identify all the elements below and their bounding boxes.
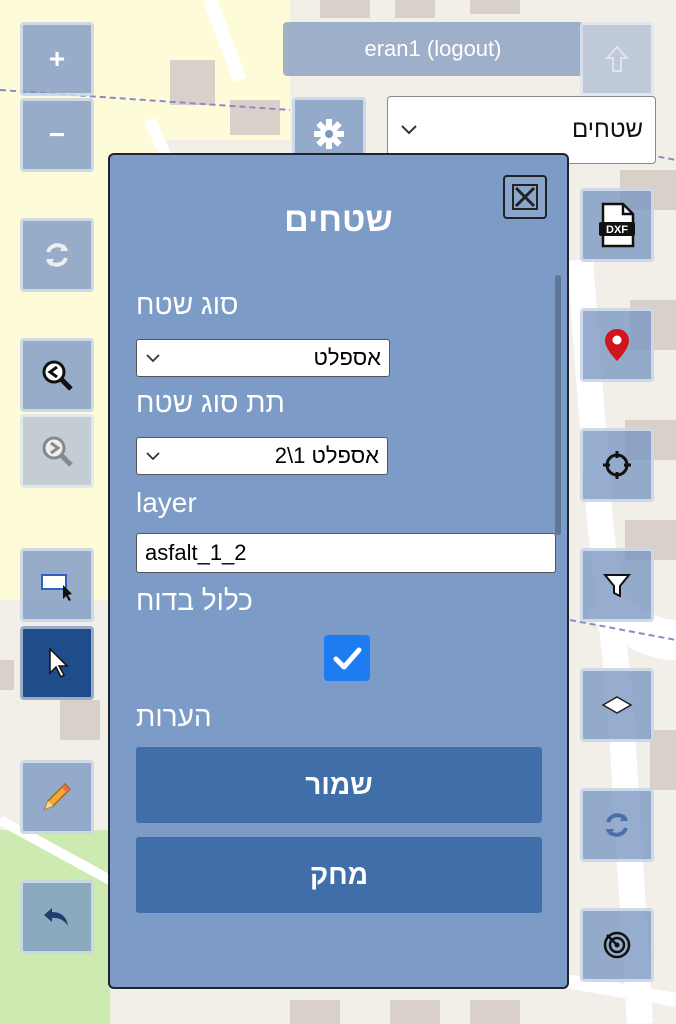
- crosshair-icon: [603, 451, 631, 479]
- minus-icon: −: [48, 119, 66, 150]
- pencil-icon: [43, 782, 72, 811]
- area-subtype-value: אספלט 1\2: [274, 443, 379, 468]
- area-type-value: אספלט: [313, 345, 381, 370]
- undo-button[interactable]: [20, 880, 94, 954]
- map-pin-icon: [605, 329, 629, 361]
- include-in-report-checkbox[interactable]: [324, 635, 370, 681]
- delete-button[interactable]: מחק: [136, 837, 542, 913]
- sync-icon: [606, 813, 628, 837]
- refresh-icon: [46, 243, 68, 267]
- layers-button[interactable]: [580, 668, 654, 742]
- target-icon: [603, 931, 631, 959]
- zoom-next-icon: [42, 436, 73, 467]
- filter-icon: [602, 574, 632, 598]
- area-type-select[interactable]: אספלט: [136, 339, 390, 377]
- sync-button[interactable]: [580, 788, 654, 862]
- collapse-button[interactable]: [580, 22, 654, 96]
- zoom-out-button[interactable]: −: [20, 98, 94, 172]
- layer-select-value: שטחים: [571, 116, 643, 143]
- draw-button[interactable]: [20, 760, 94, 834]
- zoom-next-button[interactable]: [20, 414, 94, 488]
- save-button[interactable]: שמור: [136, 747, 542, 823]
- dialog-title: שטחים: [284, 201, 393, 239]
- pointer-button[interactable]: [20, 626, 94, 700]
- export-dxf-button[interactable]: DXF: [580, 188, 654, 262]
- zoom-previous-icon: [42, 360, 73, 391]
- area-subtype-label: תת סוג שטח: [136, 387, 285, 418]
- center-location-button[interactable]: [580, 428, 654, 502]
- arrow-up-icon: [604, 45, 630, 72]
- chevron-down-icon: [146, 354, 160, 363]
- checkmark-icon: [333, 647, 362, 670]
- area-subtype-select[interactable]: אספלט 1\2: [136, 437, 388, 475]
- user-label: eran1 (logout): [364, 36, 502, 61]
- select-box-icon: [41, 574, 72, 601]
- filter-button[interactable]: [580, 548, 654, 622]
- area-properties-dialog: שטחים סוג שטח אספלט תת סוג שטח אספלט 1\2…: [108, 153, 569, 989]
- layer-label: layer: [136, 487, 197, 518]
- undo-icon: [44, 908, 68, 926]
- layer-input-value: asfalt_1_2: [145, 540, 247, 565]
- gear-icon: [314, 119, 344, 149]
- user-logout-link[interactable]: eran1 (logout): [283, 22, 583, 76]
- notes-label: הערות: [136, 701, 212, 732]
- close-icon: [512, 184, 538, 210]
- target-button[interactable]: [580, 908, 654, 982]
- plus-icon: +: [48, 43, 66, 74]
- chevron-down-icon: [146, 452, 160, 461]
- area-type-label: סוג שטח: [136, 289, 239, 320]
- layers-icon: [601, 696, 633, 714]
- svg-text:DXF: DXF: [606, 224, 628, 236]
- include-in-report-label: כלול בדוח: [136, 585, 253, 616]
- dialog-scrollbar[interactable]: [555, 275, 561, 535]
- location-pin-button[interactable]: [580, 308, 654, 382]
- refresh-button[interactable]: [20, 218, 94, 292]
- select-box-button[interactable]: [20, 548, 94, 622]
- pointer-icon: [49, 647, 69, 679]
- layer-input[interactable]: asfalt_1_2: [136, 533, 556, 573]
- zoom-previous-button[interactable]: [20, 338, 94, 412]
- close-button[interactable]: [503, 175, 547, 219]
- dxf-file-icon: DXF: [599, 202, 635, 248]
- zoom-in-button[interactable]: +: [20, 22, 94, 96]
- chevron-down-icon: [401, 125, 417, 135]
